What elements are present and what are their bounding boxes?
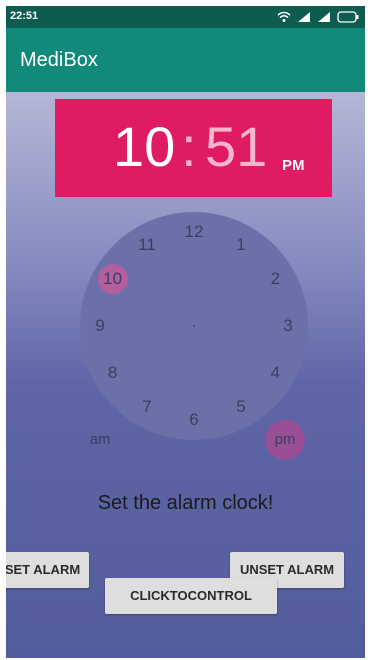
clock-number-9[interactable]: 9 bbox=[85, 311, 115, 341]
time-separator: : bbox=[181, 115, 197, 178]
set-alarm-button[interactable]: SET ALARM bbox=[6, 552, 89, 588]
status-bar: 22:51 bbox=[6, 6, 365, 28]
status-time: 22:51 bbox=[10, 10, 39, 22]
clock-number-3[interactable]: 3 bbox=[273, 311, 303, 341]
app-bar: MediBox bbox=[6, 28, 365, 92]
signal-icon bbox=[298, 12, 310, 22]
pm-toggle[interactable]: pm bbox=[265, 420, 305, 460]
battery-icon bbox=[337, 11, 359, 23]
clock-number-1[interactable]: 1 bbox=[226, 230, 256, 260]
status-icons bbox=[277, 9, 359, 25]
am-toggle[interactable]: am bbox=[80, 420, 120, 460]
signal-icon bbox=[318, 12, 330, 22]
alarm-screen: 10 : 51 PM 12 1 2 3 4 5 6 7 8 9 10 11 am pm Set the… bbox=[6, 92, 365, 658]
clock-number-6[interactable]: 6 bbox=[179, 405, 209, 435]
app-title: MediBox bbox=[20, 49, 98, 71]
clock-number-12[interactable]: 12 bbox=[179, 217, 209, 247]
clock-number-11[interactable]: 11 bbox=[132, 230, 162, 260]
dial-center bbox=[193, 325, 195, 327]
clock-number-10[interactable]: 10 bbox=[97, 264, 128, 294]
clock-number-2[interactable]: 2 bbox=[260, 264, 290, 294]
hour-display[interactable]: 10 bbox=[113, 117, 175, 177]
clock-dial[interactable]: 12 1 2 3 4 5 6 7 8 9 10 11 bbox=[80, 212, 308, 440]
app-window: 22:51 MediBox 10 : 51 PM 12 1 2 3 4 5 6 … bbox=[6, 6, 365, 658]
clock-number-8[interactable]: 8 bbox=[98, 358, 128, 388]
clock-number-7[interactable]: 7 bbox=[132, 392, 162, 422]
click-to-control-button[interactable]: CLICKTOCONTROL bbox=[105, 578, 277, 614]
time-display: 10 : 51 PM bbox=[55, 99, 332, 197]
ampm-display[interactable]: PM bbox=[282, 157, 305, 174]
minute-display[interactable]: 51 bbox=[205, 117, 267, 177]
wifi-icon bbox=[277, 11, 291, 22]
prompt-text: Set the alarm clock! bbox=[97, 492, 274, 514]
clock-number-4[interactable]: 4 bbox=[260, 358, 290, 388]
clock-number-5[interactable]: 5 bbox=[226, 392, 256, 422]
